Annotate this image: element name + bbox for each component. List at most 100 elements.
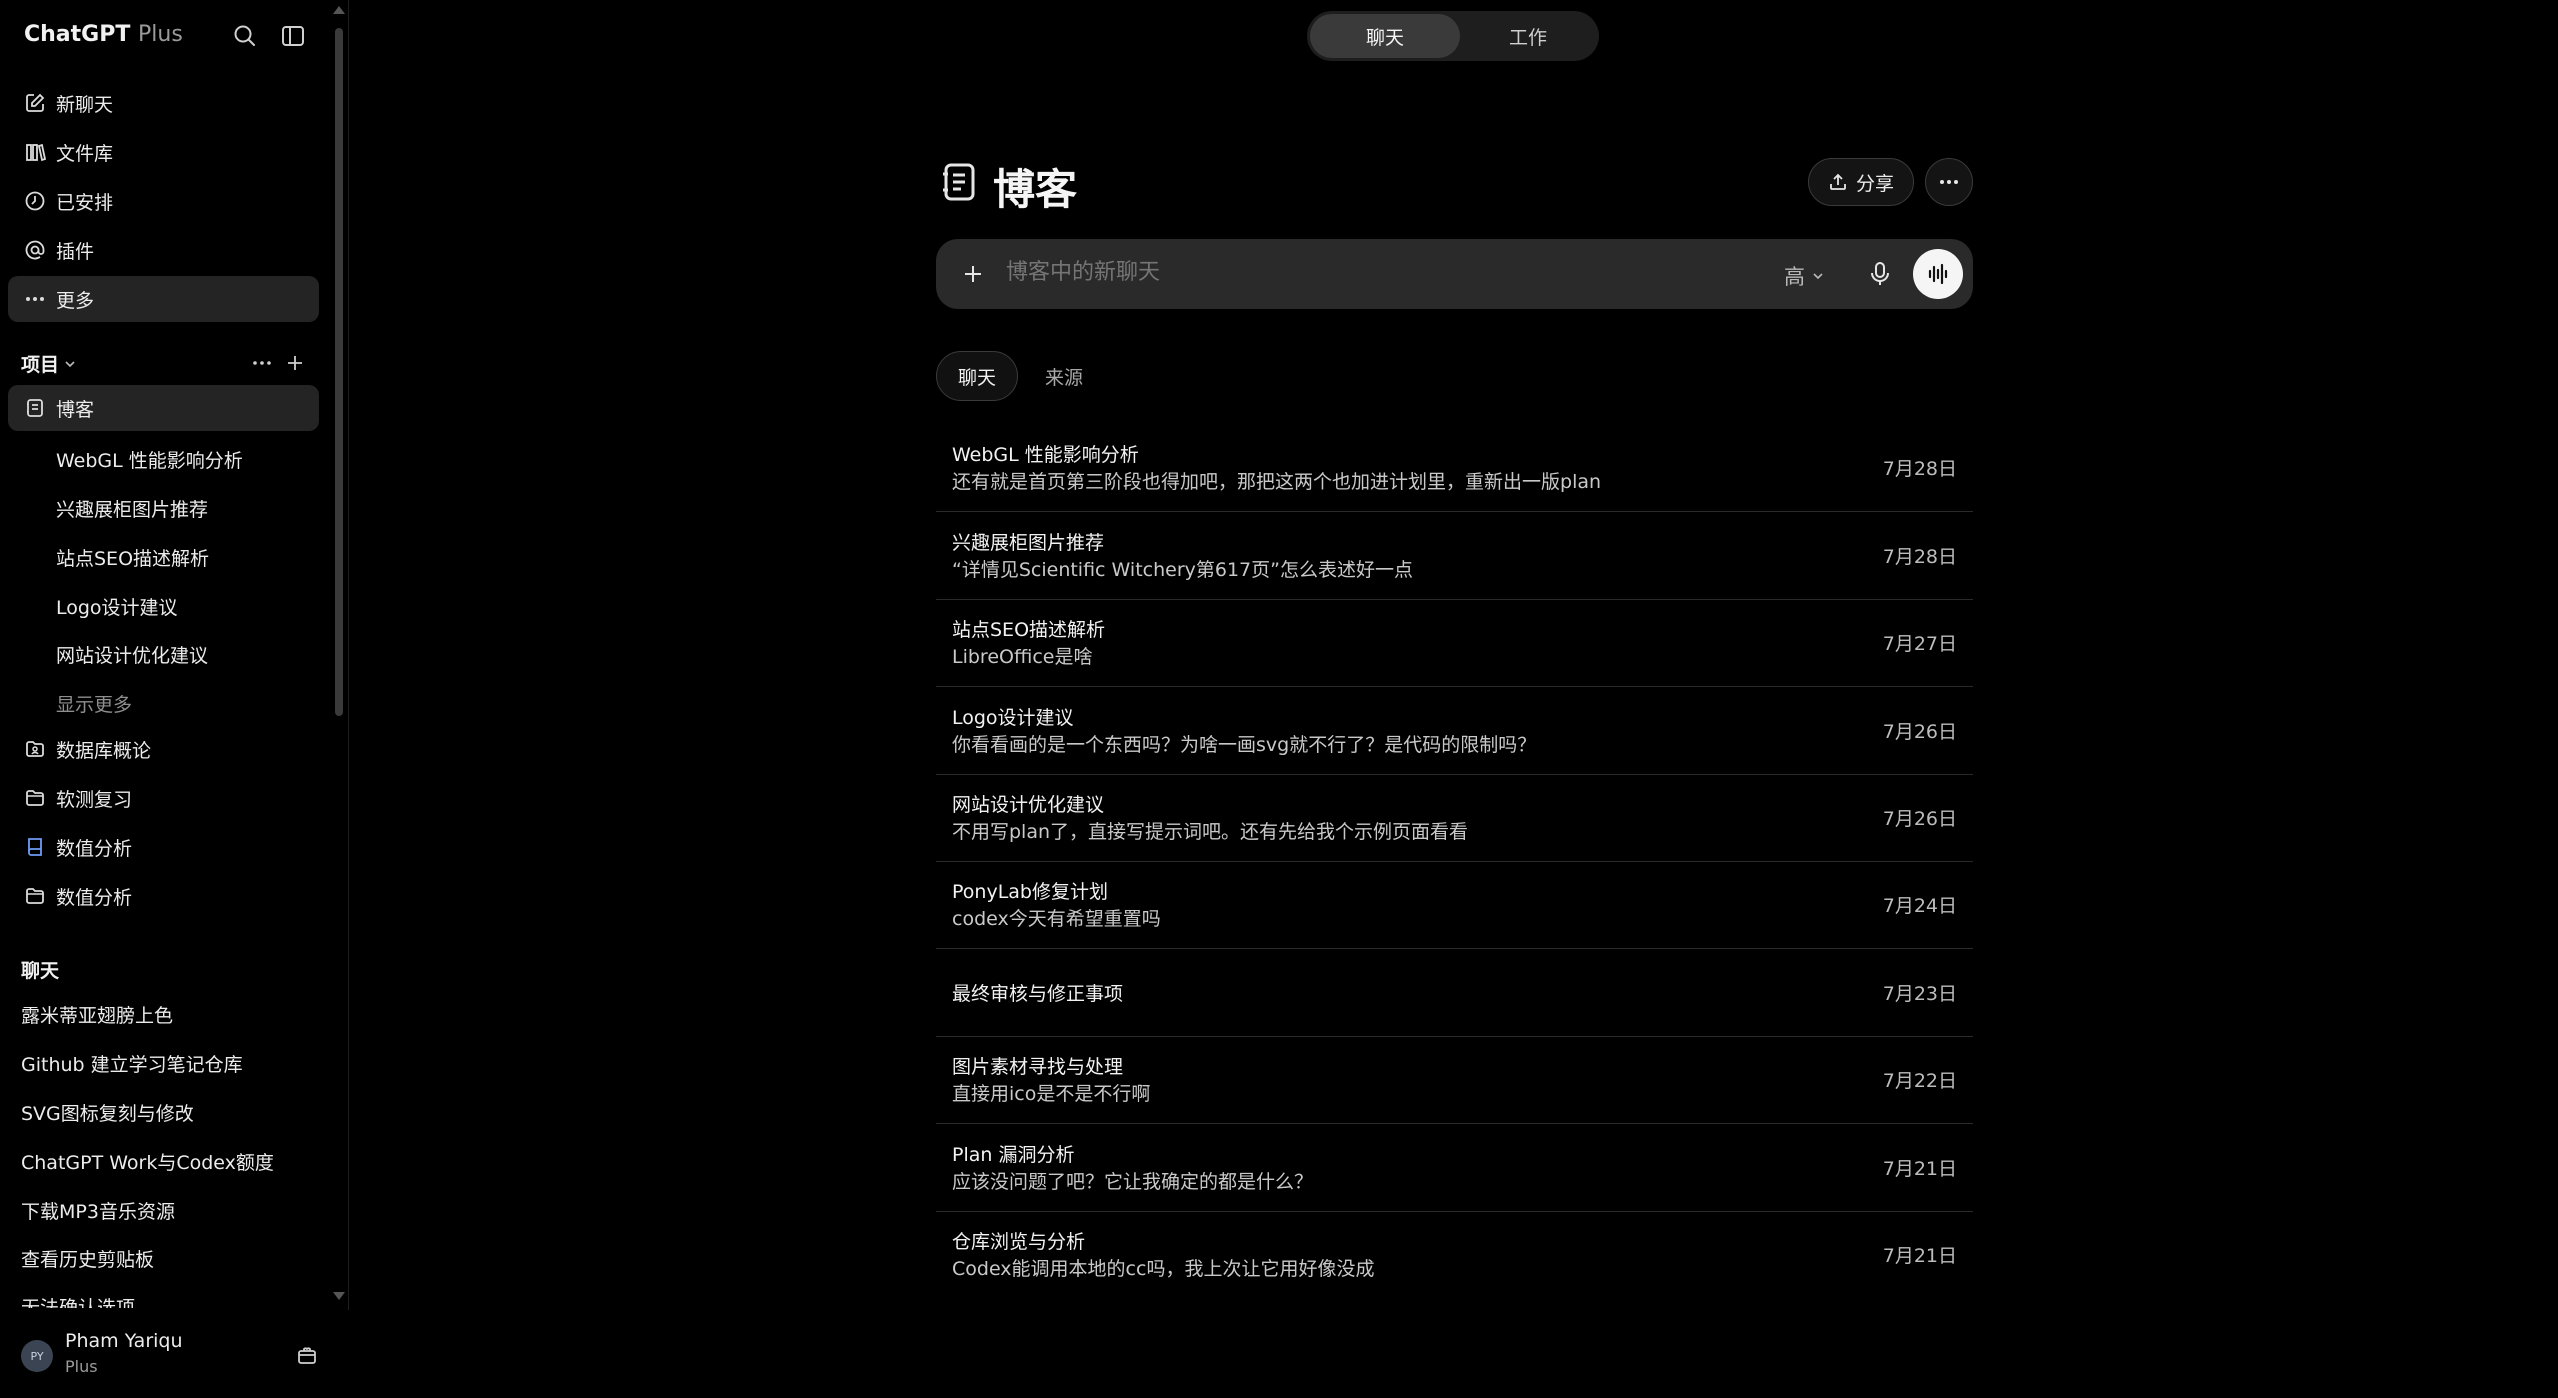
chat-history-item[interactable]: Github 建立学习笔记仓库	[21, 1050, 243, 1077]
chat-title: 最终审核与修正事项	[952, 983, 1124, 1005]
chat-history-item[interactable]: 无法确认选项	[21, 1293, 135, 1308]
list-item[interactable]: Logo设计建议 你看看画的是一个东西吗？为啥一画svg就不行了？是代码的限制吗…	[936, 687, 1973, 775]
add-project-icon[interactable]	[284, 352, 306, 374]
scroll-down-arrow[interactable]	[333, 1292, 345, 1300]
scroll-up-arrow[interactable]	[333, 6, 345, 14]
mode-toggle: 聊天 工作	[1307, 11, 1599, 61]
waveform-icon	[1928, 263, 1948, 285]
book-icon	[28, 838, 42, 856]
chat-title: WebGL 性能影响分析	[952, 444, 1139, 466]
microphone-icon[interactable]	[1864, 258, 1896, 290]
chat-title: 图片素材寻找与处理	[952, 1056, 1124, 1078]
tab-work-mode[interactable]: 工作	[1460, 14, 1596, 58]
sidebar-scroll-area: 新聊天 文件库 已安排 插件 更多 项目 博客 WebGL 性能影响分析 兴趣展…	[0, 82, 330, 1308]
project-chat-item[interactable]: 兴趣展柜图片推荐	[56, 495, 208, 522]
tab-sources[interactable]: 来源	[1030, 351, 1098, 401]
nav-label: 新聊天	[56, 93, 114, 116]
more-options-button[interactable]	[1925, 158, 1973, 206]
avatar[interactable]: PY	[21, 1340, 53, 1372]
chat-date: 7月22日	[1882, 1070, 1957, 1092]
voice-mode-button[interactable]	[1913, 249, 1963, 299]
list-item[interactable]: 图片素材寻找与处理 直接用ico是不是不行啊 7月22日	[936, 1036, 1973, 1124]
project-item[interactable]: 数据库概论	[8, 726, 319, 772]
project-chat-item[interactable]: Logo设计建议	[56, 593, 178, 620]
project-item[interactable]: 数值分析	[8, 824, 319, 870]
user-name: Pham Yariqu	[65, 1330, 183, 1352]
share-icon	[1830, 173, 1846, 190]
projects-section-toggle[interactable]: 项目	[21, 350, 77, 377]
plus-icon[interactable]	[958, 259, 988, 289]
folder-icon	[26, 790, 44, 806]
project-blog[interactable]: 博客	[8, 385, 319, 431]
sidebar-scrollbar[interactable]	[332, 0, 346, 1310]
show-more-link[interactable]: 显示更多	[56, 690, 132, 717]
chat-date: 7月27日	[1882, 633, 1957, 655]
nav-label: 文件库	[56, 142, 114, 165]
list-item[interactable]: Plan 漏洞分析 应该没问题了吧？它让我确定的都是什么？ 7月21日	[936, 1124, 1973, 1212]
chat-history-item[interactable]: SVG图标复刻与修改	[21, 1099, 194, 1126]
share-label: 分享	[1855, 172, 1894, 195]
project-chat-item[interactable]: 网站设计优化建议	[56, 641, 208, 668]
tab-chats[interactable]: 聊天	[936, 351, 1018, 401]
scroll-thumb[interactable]	[335, 28, 343, 716]
chat-title: 站点SEO描述解析	[952, 619, 1106, 641]
chat-preview: Codex能调用本地的cc吗，我上次让它用好像没成	[952, 1258, 1375, 1280]
nav-more[interactable]: 更多	[8, 276, 319, 322]
chat-title: 兴趣展柜图片推荐	[952, 532, 1105, 554]
chat-preview: 你看看画的是一个东西吗？为啥一画svg就不行了？是代码的限制吗？	[952, 734, 1537, 756]
share-button[interactable]: 分享	[1808, 158, 1914, 206]
nav-label: 更多	[56, 289, 95, 312]
composer: 高	[936, 239, 1973, 309]
user-profile[interactable]: PY Pham Yariqu Plus	[0, 1310, 349, 1398]
brand-title[interactable]: ChatGPT Plus	[24, 22, 183, 47]
list-item[interactable]: 兴趣展柜图片推荐 “详情见Scientific Witchery第617页”怎么…	[936, 512, 1973, 600]
project-label: 软测复习	[56, 788, 133, 811]
chat-date: 7月26日	[1882, 721, 1957, 743]
project-chat-item[interactable]: WebGL 性能影响分析	[56, 446, 243, 473]
composer-input[interactable]	[1006, 260, 1706, 285]
chat-date: 7月21日	[1882, 1245, 1957, 1267]
chat-title: 仓库浏览与分析	[952, 1231, 1086, 1253]
sidebar-toggle-icon[interactable]	[279, 22, 307, 50]
list-item[interactable]: WebGL 性能影响分析 还有就是首页第三阶段也得加吧，那把这两个也加进计划里，…	[936, 424, 1973, 512]
list-item[interactable]: 最终审核与修正事项 7月23日	[936, 949, 1973, 1037]
chat-preview: 还有就是首页第三阶段也得加吧，那把这两个也加进计划里，重新出一版plan	[952, 471, 1602, 493]
chat-history-item[interactable]: ChatGPT Work与Codex额度	[21, 1148, 274, 1175]
list-item[interactable]: 网站设计优化建议 不用写plan了，直接写提示词吧。还有先给我个示例页面看看 7…	[936, 774, 1973, 862]
nav-plugins[interactable]: 插件	[8, 227, 319, 273]
project-label: 博客	[56, 398, 95, 421]
chat-date: 7月23日	[1882, 983, 1957, 1005]
list-item[interactable]: PonyLab修复计划 codex今天有希望重置吗 7月24日	[936, 861, 1973, 949]
model-level-select[interactable]: 高	[1784, 261, 1825, 291]
chat-date: 7月24日	[1882, 895, 1957, 917]
gift-icon[interactable]	[295, 1343, 319, 1367]
nav-label: 已安排	[56, 191, 114, 214]
chat-preview: 应该没问题了吧？它让我确定的都是什么？	[952, 1171, 1314, 1193]
user-plan: Plus	[65, 1357, 98, 1376]
chat-date: 7月28日	[1882, 546, 1957, 568]
chat-history-item[interactable]: 露米蒂亚翅膀上色	[21, 1001, 173, 1028]
edit-icon	[26, 93, 45, 112]
chat-preview: 直接用ico是不是不行啊	[952, 1083, 1151, 1105]
page-title: 博客	[993, 165, 1078, 214]
project-chat-item[interactable]: 站点SEO描述解析	[56, 544, 209, 571]
nav-scheduled[interactable]: 已安排	[8, 178, 319, 224]
search-icon[interactable]	[231, 22, 259, 50]
chat-title: PonyLab修复计划	[952, 881, 1108, 903]
projects-title: 项目	[21, 354, 60, 376]
level-label: 高	[1784, 265, 1805, 289]
chat-history-item[interactable]: 下载MP3音乐资源	[21, 1197, 175, 1224]
nav-label: 插件	[56, 240, 95, 263]
nav-new-chat[interactable]: 新聊天	[8, 82, 319, 126]
project-label: 数据库概论	[56, 739, 152, 762]
projects-options-icon[interactable]	[251, 352, 273, 374]
project-item[interactable]: 软测复习	[8, 775, 319, 821]
tab-chat-mode[interactable]: 聊天	[1310, 14, 1460, 58]
list-item[interactable]: 站点SEO描述解析 LibreOffice是啥 7月27日	[936, 599, 1973, 687]
project-item[interactable]: 数值分析	[8, 873, 319, 919]
nav-library[interactable]: 文件库	[8, 129, 319, 175]
chat-preview: LibreOffice是啥	[952, 646, 1093, 668]
chat-preview: 不用写plan了，直接写提示词吧。还有先给我个示例页面看看	[952, 821, 1469, 843]
chat-history-item[interactable]: 查看历史剪贴板	[21, 1245, 154, 1272]
list-item[interactable]: 仓库浏览与分析 Codex能调用本地的cc吗，我上次让它用好像没成 7月21日	[936, 1211, 1973, 1299]
